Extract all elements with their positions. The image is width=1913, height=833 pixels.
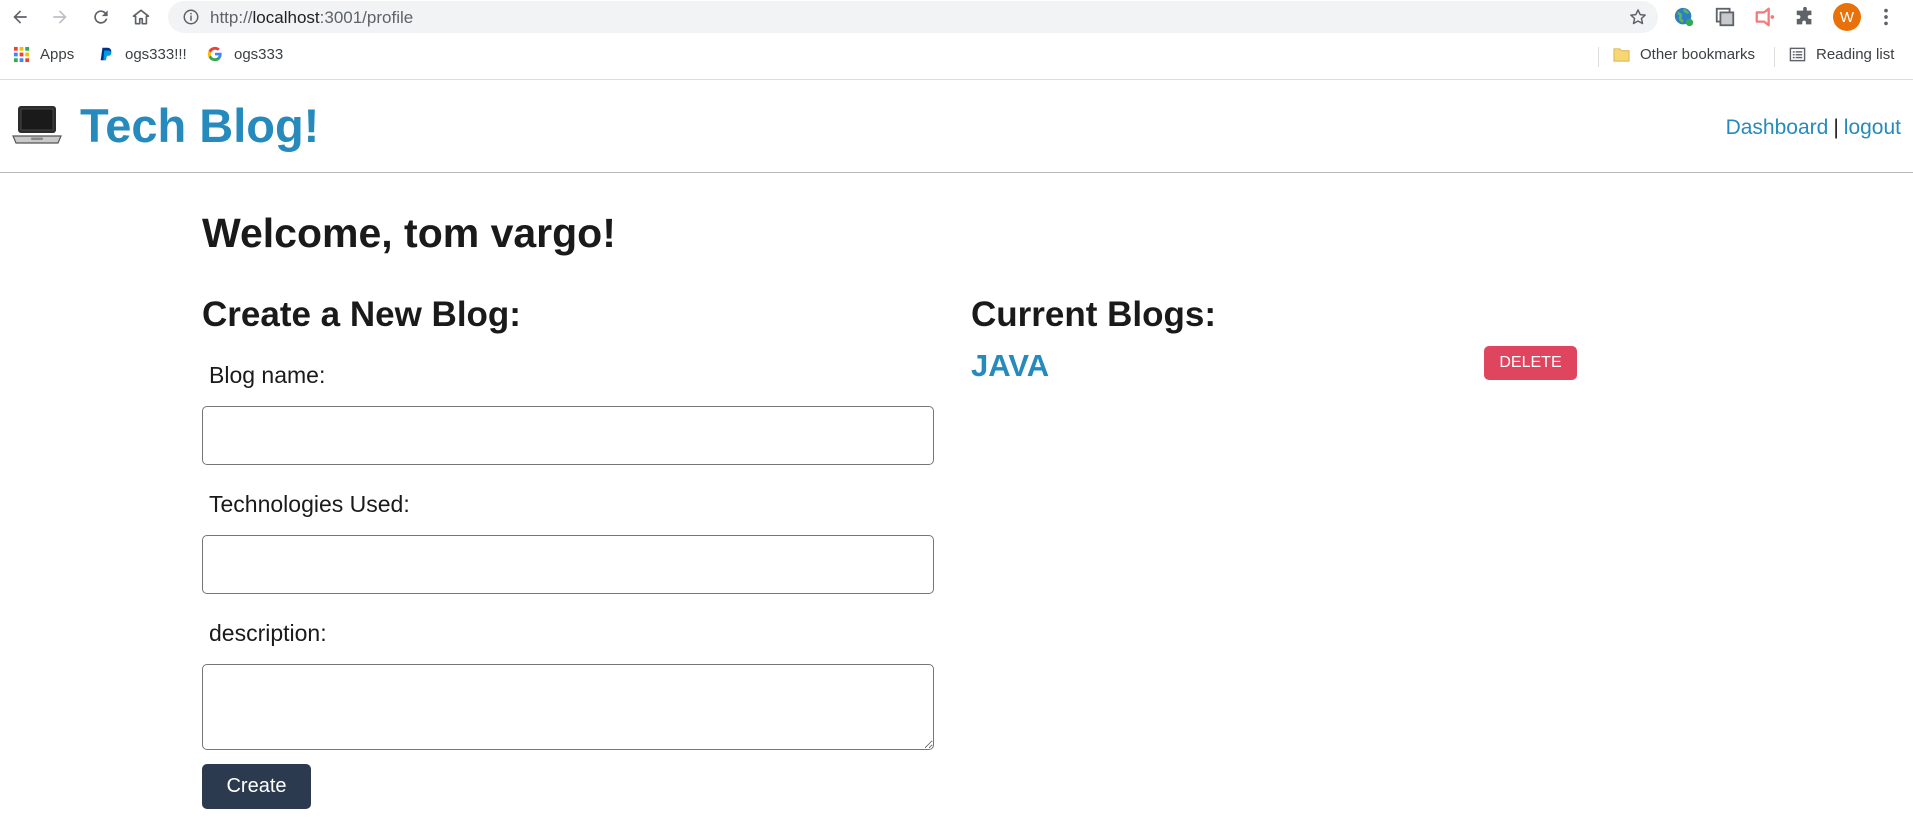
extension-copy[interactable]	[1713, 5, 1737, 29]
paypal-icon	[97, 45, 115, 63]
reading-list[interactable]: Reading list	[1788, 43, 1894, 65]
reading-list-icon	[1788, 45, 1806, 63]
nav-separator: |	[1833, 116, 1839, 139]
extension-globe[interactable]	[1672, 5, 1696, 29]
more-vertical-icon	[1884, 8, 1888, 26]
welcome-heading: Welcome, tom vargo!	[202, 210, 616, 256]
home-button[interactable]	[127, 3, 155, 31]
bookmark-star-icon[interactable]	[1628, 7, 1648, 27]
laptop-icon	[12, 106, 62, 144]
description-label: description:	[209, 620, 327, 646]
technologies-label: Technologies Used:	[209, 491, 410, 517]
profile-avatar[interactable]: W	[1833, 3, 1861, 31]
bookmark-divider	[1774, 47, 1775, 67]
other-bookmarks[interactable]: Other bookmarks	[1612, 43, 1755, 65]
description-textarea[interactable]	[202, 664, 934, 750]
bookmark-google[interactable]: ogs333	[206, 43, 283, 65]
blog-title-link[interactable]: JAVA	[971, 348, 1049, 384]
back-button[interactable]	[6, 3, 34, 31]
site-header: Tech Blog! Dashboard | logout	[0, 80, 1913, 173]
site-title[interactable]: Tech Blog!	[80, 98, 319, 153]
reload-icon	[94, 10, 108, 24]
browser-menu-button[interactable]	[1874, 5, 1898, 29]
apps-grid-icon	[12, 45, 30, 63]
bookmark-label: Apps	[40, 45, 75, 63]
url-path: :3001/profile	[319, 8, 414, 27]
reload-button[interactable]	[87, 3, 115, 31]
create-blog-heading: Create a New Blog:	[202, 295, 521, 334]
create-button[interactable]: Create	[202, 764, 311, 809]
bookmark-apps[interactable]: Apps	[12, 43, 74, 65]
header-nav: Dashboard | logout	[1726, 116, 1901, 140]
dashboard-link[interactable]: Dashboard	[1726, 116, 1829, 139]
window-extension-icon	[1715, 7, 1735, 27]
bookmark-label: ogs333!!!	[125, 45, 187, 63]
reading-list-label: Reading list	[1816, 45, 1895, 63]
globe-extension-icon	[1674, 7, 1694, 27]
puzzle-icon	[1796, 6, 1812, 25]
delete-blog-button[interactable]: DELETE	[1484, 346, 1577, 380]
current-blogs-heading: Current Blogs:	[971, 295, 1216, 334]
bookmark-label: ogs333	[234, 45, 284, 63]
pointer-extension-icon	[1755, 7, 1775, 27]
logout-link[interactable]: logout	[1844, 116, 1901, 139]
bookmark-paypal[interactable]: ogs333!!!	[97, 43, 187, 65]
forward-arrow-icon	[53, 10, 67, 24]
technologies-input[interactable]	[202, 535, 934, 594]
home-icon	[132, 9, 150, 25]
browser-toolbar: http://localhost:3001/profile W	[0, 0, 1913, 34]
url-scheme: http://	[210, 8, 253, 27]
url-host: localhost	[252, 8, 320, 27]
folder-icon	[1612, 45, 1630, 63]
forward-button[interactable]	[46, 3, 74, 31]
other-bookmarks-label: Other bookmarks	[1640, 45, 1756, 63]
blog-name-input[interactable]	[202, 406, 934, 465]
extension-arrow[interactable]	[1753, 5, 1777, 29]
address-bar[interactable]: http://localhost:3001/profile	[168, 1, 1658, 33]
blog-name-label: Blog name:	[209, 362, 326, 388]
site-info-icon[interactable]	[182, 8, 200, 26]
bookmarks-bar: Apps ogs333!!! ogs333 Other bookmarks Re…	[0, 34, 1913, 80]
bookmark-divider	[1598, 47, 1599, 67]
back-arrow-icon	[13, 10, 27, 24]
extensions-button[interactable]	[1793, 5, 1817, 29]
url-text: http://localhost:3001/profile	[210, 8, 413, 28]
google-icon	[206, 45, 224, 63]
